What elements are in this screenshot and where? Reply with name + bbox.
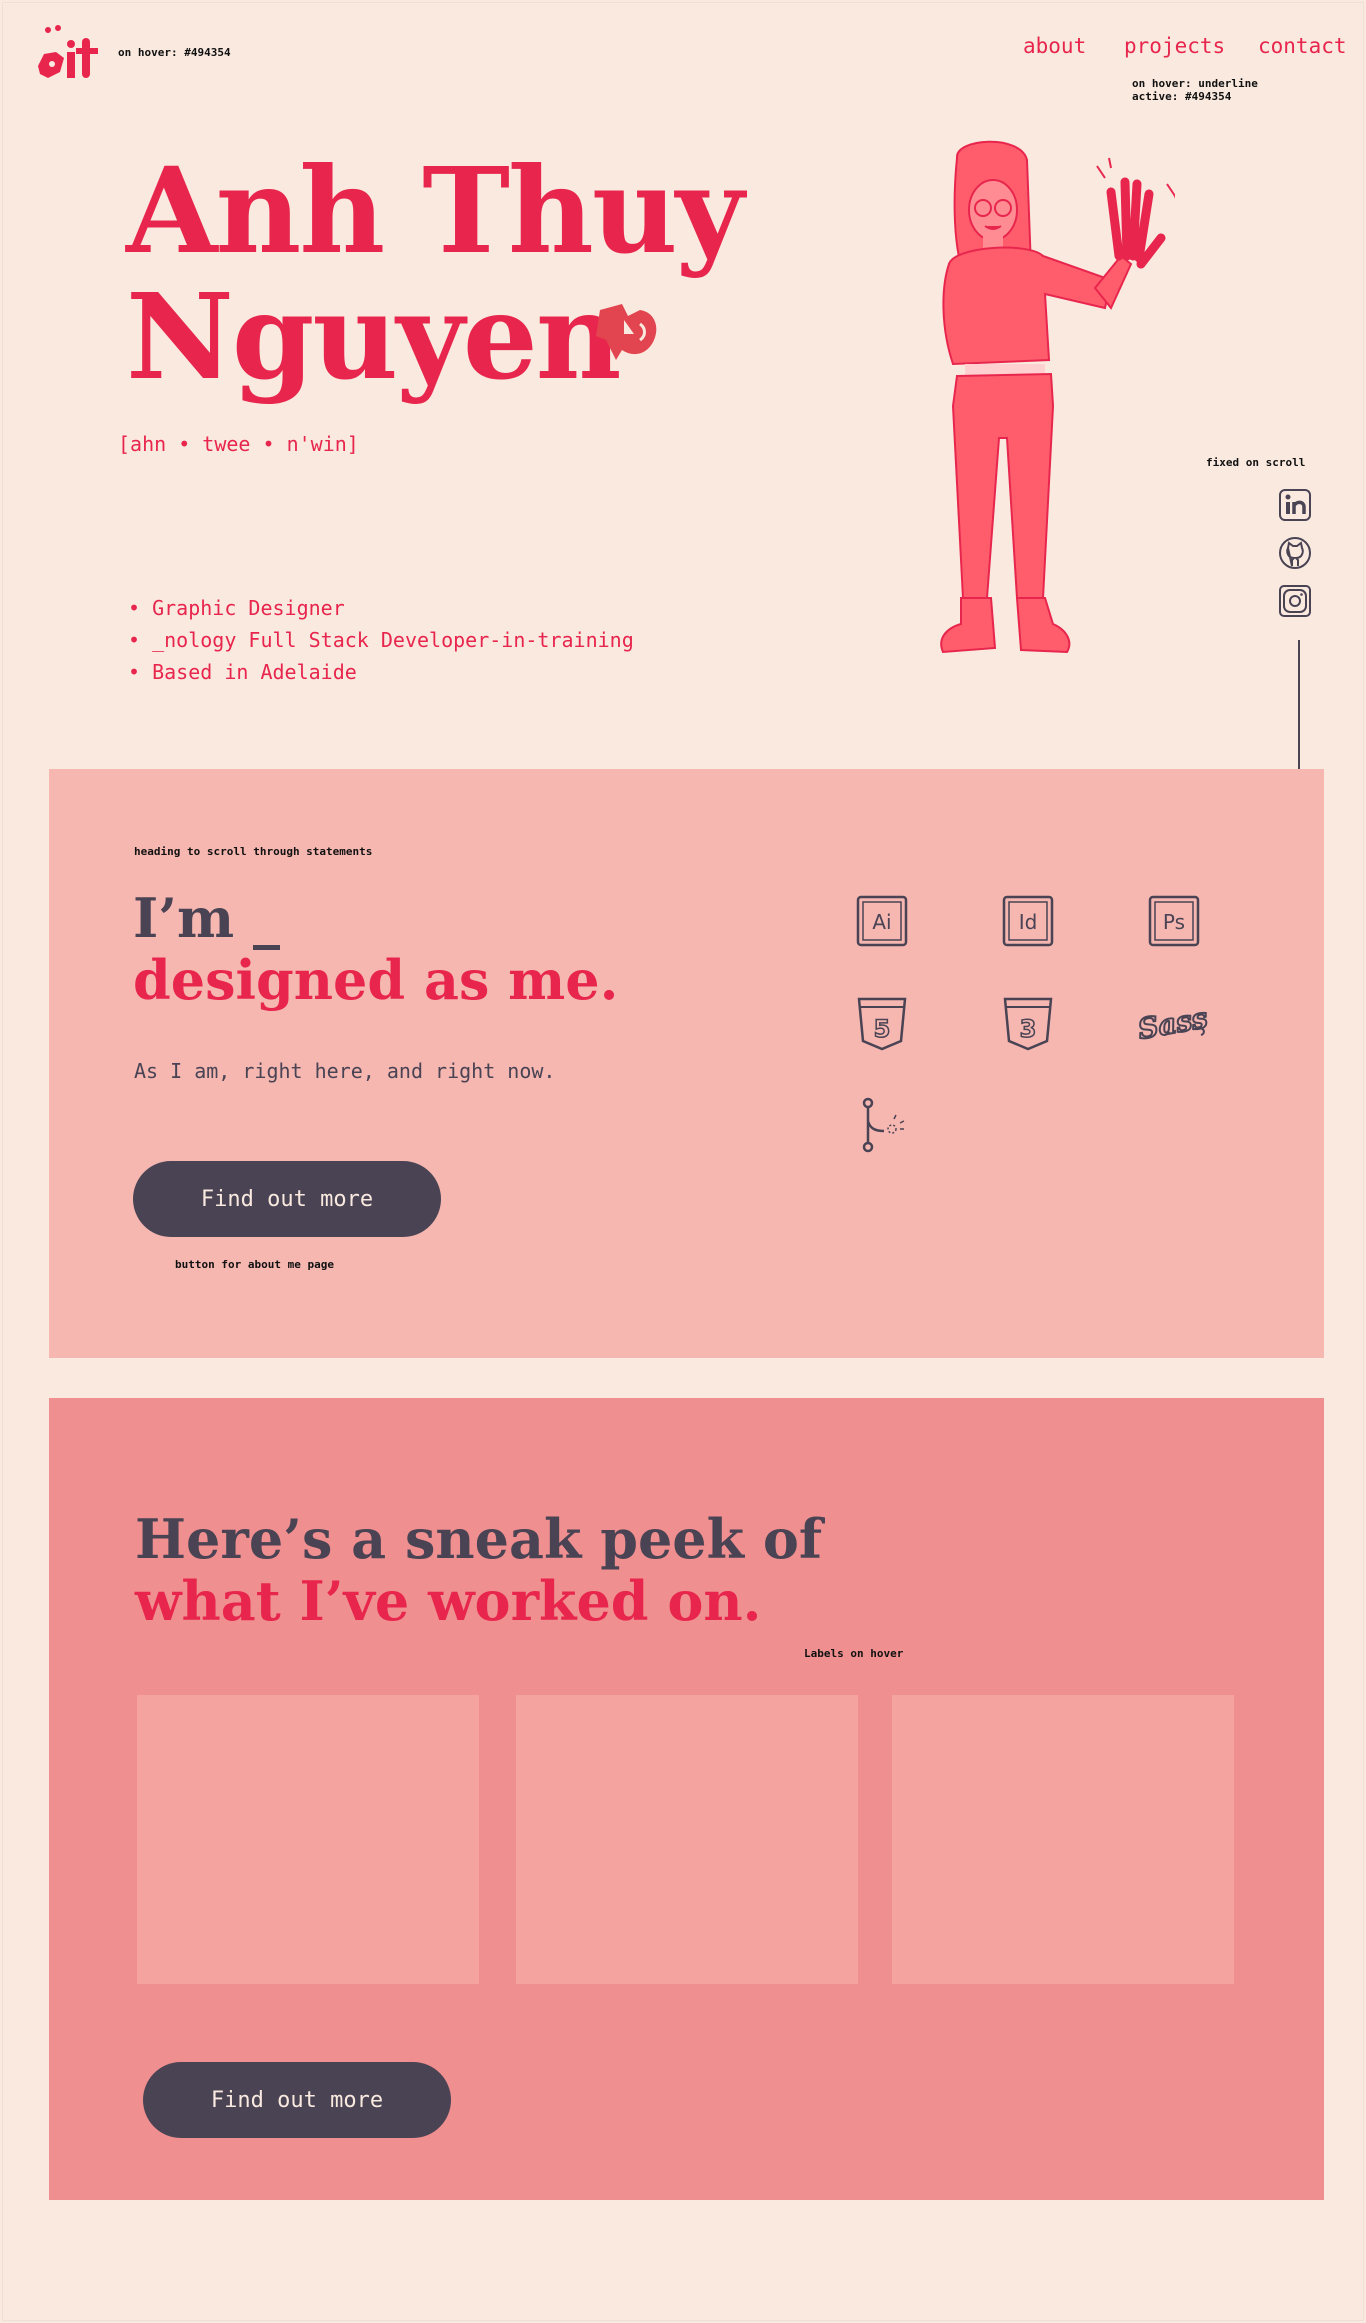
sass-label: Sass	[1139, 1001, 1209, 1046]
nav-about[interactable]: about	[1023, 34, 1086, 58]
projects-find-out-more-button[interactable]: Find out more	[143, 2062, 451, 2138]
about-button-note: button for about me page	[175, 1258, 334, 1271]
about-find-out-more-button[interactable]: Find out more	[133, 1161, 441, 1237]
statement-subtext: As I am, right here, and right now.	[134, 1059, 556, 1083]
socials-note: fixed on scroll	[1206, 456, 1306, 469]
skills-section: heading to scroll through statements I’m…	[49, 769, 1324, 1358]
css3-label: 3	[1020, 1015, 1037, 1043]
logo-text: it	[34, 24, 36, 25]
photoshop-icon: Ps	[1148, 895, 1200, 947]
git-icon	[862, 1097, 905, 1153]
sass-icon: Sass	[1139, 1000, 1209, 1047]
project-card[interactable]	[516, 1695, 858, 1984]
illustrator-icon: Ai	[856, 895, 908, 947]
statement-heading: I’m _	[133, 886, 280, 950]
illustrator-label: Ai	[872, 910, 891, 934]
bullet-location: Based in Adelaide	[128, 656, 634, 688]
heading-scroll-note: heading to scroll through statements	[134, 845, 373, 858]
bullet-role: Graphic Designer	[128, 592, 634, 624]
html5-label: 5	[874, 1015, 891, 1043]
css3-icon: 3	[1003, 997, 1053, 1051]
photoshop-label: Ps	[1163, 910, 1185, 934]
sound-icon[interactable]	[594, 300, 664, 364]
projects-section: Here’s a sneak peek of what I’ve worked …	[49, 1398, 1324, 2200]
labels-hover-note: Labels on hover	[804, 1647, 904, 1660]
nav-active-note: active: #494354	[1132, 90, 1232, 103]
hero-name-line1: Anh Thuy	[126, 141, 744, 280]
indesign-icon: Id	[1002, 895, 1054, 947]
logo[interactable]: it	[34, 24, 100, 84]
hero-bullets: Graphic Designer _nology Full Stack Deve…	[128, 592, 634, 688]
html5-icon: 5	[857, 997, 907, 1051]
nav-contact[interactable]: contact	[1258, 34, 1347, 58]
pronunciation: [ahn • twee • n'win]	[118, 432, 359, 456]
social-links	[1278, 488, 1318, 632]
github-icon[interactable]	[1278, 536, 1312, 570]
project-card[interactable]	[892, 1695, 1234, 1984]
projects-heading-highlight: what I’ve worked on.	[135, 1569, 762, 1633]
linkedin-icon[interactable]	[1278, 488, 1312, 522]
indesign-label: Id	[1019, 910, 1038, 934]
statement-highlight: designed as me.	[133, 948, 619, 1012]
projects-heading: Here’s a sneak peek of	[135, 1507, 823, 1571]
avatar-illustration	[940, 140, 1175, 654]
project-card[interactable]	[137, 1695, 479, 1984]
bullet-training: _nology Full Stack Developer-in-training	[128, 624, 634, 656]
instagram-icon[interactable]	[1278, 584, 1312, 618]
nav-hover-note: on hover: underline	[1132, 77, 1258, 90]
nav-projects[interactable]: projects	[1124, 34, 1225, 58]
logo-hover-note: on hover: #494354	[118, 46, 231, 59]
logo-mark-icon: it	[34, 24, 98, 78]
